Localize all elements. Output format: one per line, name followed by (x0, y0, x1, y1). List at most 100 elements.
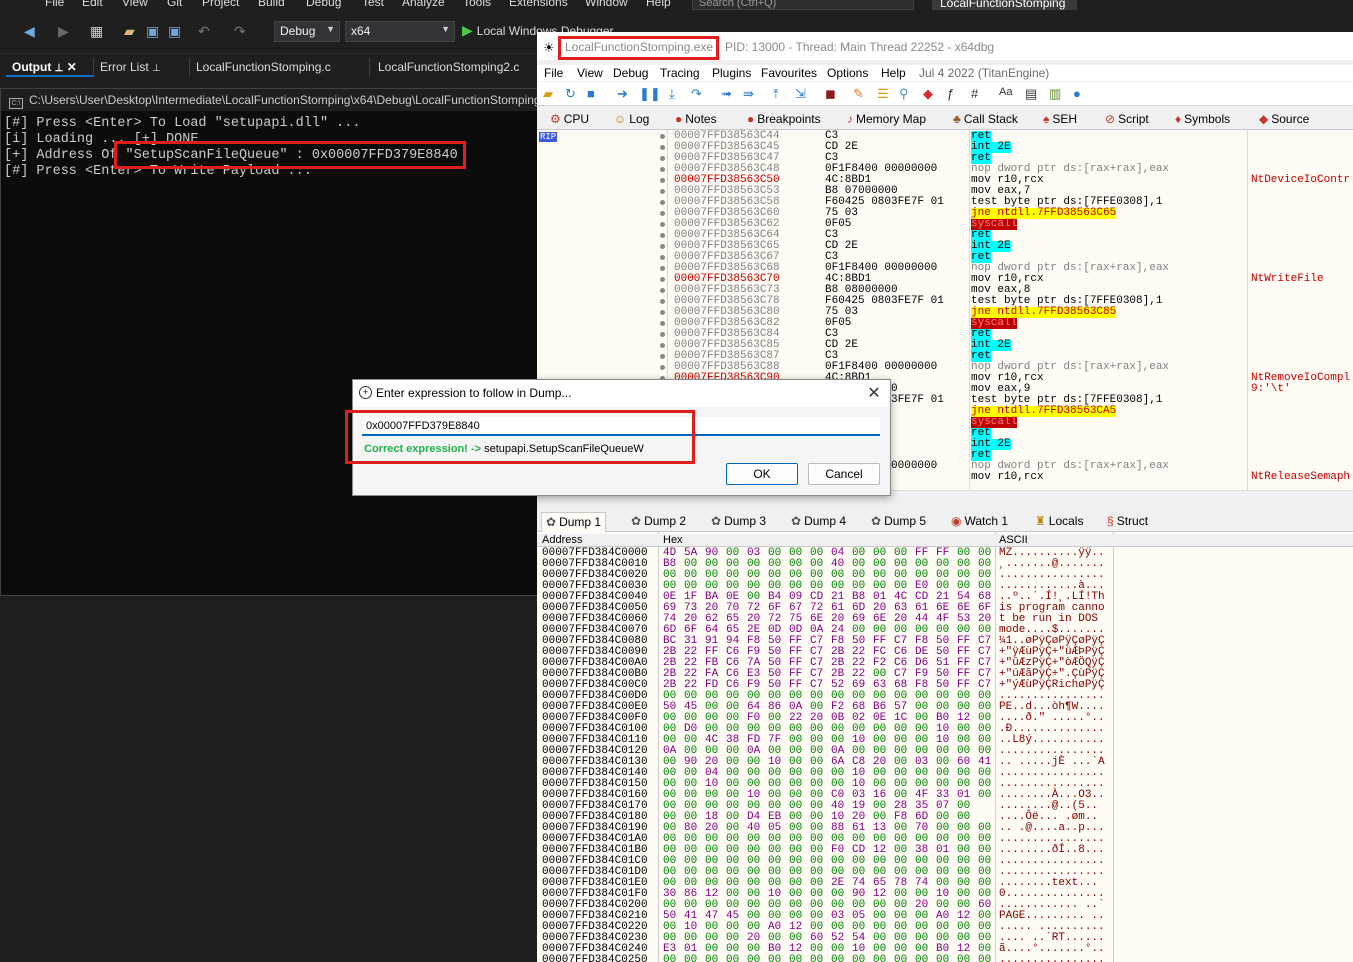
new-item-icon[interactable]: ▦ (90, 23, 103, 40)
back-icon[interactable]: ◀ (24, 23, 35, 40)
vs-menu-build[interactable]: Build (258, 0, 285, 9)
disasm-row[interactable]: 00007FFD38563C73 B8 08000000 mov eax,8 (537, 285, 1353, 296)
breakpoint-dot-icon[interactable] (660, 255, 665, 260)
function-icon[interactable]: ƒ (947, 86, 954, 101)
breakpoint-dot-icon[interactable] (660, 299, 665, 304)
disasm-row[interactable]: 00007FFD38563C68 0F1F8400 00000000 nop dwo… (537, 263, 1353, 274)
tab-symbols[interactable]: ♦ Symbols (1171, 110, 1234, 130)
tab-breakpoints[interactable]: ● Breakpoints (743, 110, 825, 130)
disasm-row[interactable]: 00007FFD38563C80 75 03 jne ntdll.7FFD38563… (537, 307, 1353, 318)
vs-search-box[interactable]: Search (Ctrl+Q) (692, 0, 914, 10)
vs-menu-extensions[interactable]: Extensions (509, 0, 568, 9)
disasm-row[interactable]: 00007FFD38563C44 C3 ret (537, 131, 1353, 142)
tab-notes[interactable]: ● Notes (671, 110, 721, 130)
breakpoint-dot-icon[interactable] (660, 288, 665, 293)
step-into-icon[interactable]: ⤓ (669, 86, 675, 102)
cancel-button[interactable]: Cancel (808, 463, 880, 485)
calculator-icon[interactable]: ▤ (1025, 86, 1037, 102)
vs-menu-analyze[interactable]: Analyze (402, 0, 445, 9)
run-icon[interactable]: ➜ (617, 86, 628, 102)
tab-localfunctionstomping-c[interactable]: LocalFunctionStomping.c (190, 58, 370, 77)
tab-seh[interactable]: ♠ SEH (1039, 110, 1081, 130)
disasm-row[interactable]: 00007FFD38563C60 75 03 jne ntdll.7FFD38563… (537, 208, 1353, 219)
tab-source[interactable]: ◆ Source (1255, 110, 1313, 130)
tab-log[interactable]: ☺ Log (610, 110, 653, 130)
hash-icon[interactable]: # (971, 86, 978, 101)
tab-memory-map[interactable]: ♪ Memory Map (843, 110, 930, 130)
breakpoint-dot-icon[interactable] (660, 310, 665, 315)
breakpoint-dot-icon[interactable] (660, 354, 665, 359)
disasm-row[interactable]: 00007FFD38563C78 F60425 0803FE7F 01 test b… (537, 296, 1353, 307)
ok-button[interactable]: OK (726, 463, 798, 485)
breakpoint-dot-icon[interactable] (660, 365, 665, 370)
disasm-row[interactable]: 00007FFD38563C64 C3 ret (537, 230, 1353, 241)
breakpoint-dot-icon[interactable] (660, 277, 665, 282)
disasm-row[interactable]: 00007FFD38563C45 CD 2E int 2E (537, 142, 1353, 153)
breakpoint-dot-icon[interactable] (660, 156, 665, 161)
dbg-menu-help[interactable]: Help (881, 66, 906, 80)
breakpoint-dot-icon[interactable] (660, 167, 665, 172)
tab-script[interactable]: ⊘ Script (1101, 110, 1153, 130)
bookmark-icon[interactable]: ◆ (923, 86, 933, 102)
pin-icon[interactable]: ⊥ (152, 63, 161, 74)
tab-dump-3[interactable]: ✿ Dump 3 (707, 512, 770, 532)
patch-icon[interactable]: ✎ (853, 86, 864, 102)
dbg-menu-debug[interactable]: Debug (613, 66, 648, 80)
label-icon[interactable]: ⚲ (899, 86, 909, 102)
trace-over-icon[interactable]: ⇛ (743, 86, 754, 102)
breakpoint-dot-icon[interactable] (660, 244, 665, 249)
tab-struct[interactable]: § Struct (1103, 512, 1152, 532)
vs-menu-debug[interactable]: Debug (306, 0, 341, 9)
stop-icon[interactable]: ■ (587, 86, 595, 101)
save-icon[interactable]: ▣ (146, 23, 159, 40)
tab-cpu[interactable]: ⚙ CPU (546, 110, 593, 130)
close-button[interactable]: ✕ (864, 383, 884, 403)
disasm-row[interactable]: 00007FFD38563C88 0F1F8400 00000000 nop dwo… (537, 362, 1353, 373)
vs-menu-test[interactable]: Test (362, 0, 384, 9)
trace-into-icon[interactable]: ➟ (721, 86, 732, 102)
vs-menu-git[interactable]: Git (167, 0, 182, 9)
disasm-row[interactable]: 00007FFD38563C50 4C:8BD1 mov r10,rcx NtDevi… (537, 175, 1353, 186)
save-all-icon[interactable]: ▣ (168, 23, 181, 40)
console-window[interactable]: C:\ C:\Users\User\Desktop\Intermediate\Lo… (0, 88, 540, 596)
breakpoint-dot-icon[interactable] (660, 321, 665, 326)
tab-output[interactable]: Output ⊥ ✕ (6, 58, 94, 77)
vs-menu-project[interactable]: Project (202, 0, 239, 9)
restart-icon[interactable]: ↻ (565, 86, 576, 102)
breakpoint-dot-icon[interactable] (660, 189, 665, 194)
pin-icon[interactable]: ⊥ (55, 63, 64, 74)
disasm-row[interactable]: 00007FFD38563C87 C3 ret (537, 351, 1353, 362)
tab-dump-2[interactable]: ✿ Dump 2 (627, 512, 690, 532)
vs-menu-edit[interactable]: Edit (82, 0, 103, 9)
execute-till-return-icon[interactable]: ⤒ (773, 86, 779, 102)
open-icon[interactable]: ▰ (543, 86, 553, 102)
open-folder-icon[interactable]: ▰ (124, 23, 135, 40)
tab-dump-5[interactable]: ✿ Dump 5 (867, 512, 930, 532)
dbg-menu-view[interactable]: View (577, 66, 603, 80)
breakpoint-dot-icon[interactable] (660, 178, 665, 183)
tab-dump-4[interactable]: ✿ Dump 4 (787, 512, 850, 532)
breakpoint-dot-icon[interactable] (660, 266, 665, 271)
vs-menu-view[interactable]: View (122, 0, 148, 9)
font-icon[interactable]: Aa (999, 86, 1012, 98)
globe-icon[interactable]: ● (1073, 86, 1081, 101)
dbg-menu-file[interactable]: File (544, 66, 563, 80)
disasm-row[interactable]: 00007FFD38563C84 C3 ret (537, 329, 1353, 340)
breakpoint-dot-icon[interactable] (660, 211, 665, 216)
breakpoint-dot-icon[interactable] (660, 222, 665, 227)
tab-dump-1[interactable]: ✿ Dump 1 (541, 512, 607, 532)
notepad-icon[interactable]: ▥ (1049, 86, 1061, 102)
close-icon[interactable]: ✕ (67, 60, 77, 74)
tab-locals[interactable]: ♜ Locals (1031, 512, 1087, 532)
tab-call-stack[interactable]: ♣ Call Stack (949, 110, 1022, 130)
hex-dump-view[interactable]: Address Hex ASCII 00007FFD384C0000 4D 5A 90… (537, 532, 1353, 962)
disasm-row[interactable]: 00007FFD38563C67 C3 ret (537, 252, 1353, 263)
undo-icon[interactable]: ↶ (198, 23, 210, 40)
disasm-row[interactable]: 00007FFD38563C58 F60425 0803FE7F 01 test b… (537, 197, 1353, 208)
dbg-menu-plugins[interactable]: Plugins (712, 66, 751, 80)
tab-error-list[interactable]: Error List ⊥ (94, 58, 190, 77)
dbg-menu-favourites[interactable]: Favourites (761, 66, 817, 80)
tab-watch-1[interactable]: ◉ Watch 1 (947, 512, 1012, 532)
breakpoint-dot-icon[interactable] (660, 200, 665, 205)
tab-localfunctionstomping2-c[interactable]: LocalFunctionStomping2.c (372, 58, 540, 77)
